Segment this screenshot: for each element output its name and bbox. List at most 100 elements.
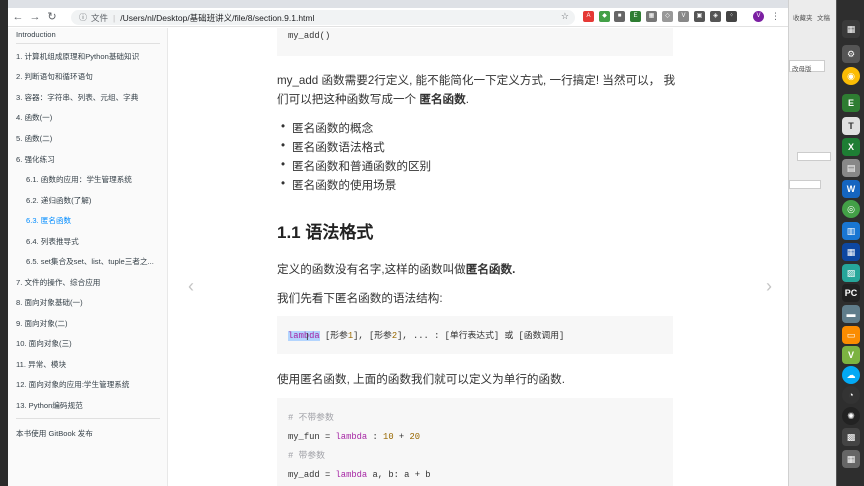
paragraph-intro-line-2: 们可以把这种函数写成一个 匿名函数. bbox=[277, 91, 469, 107]
sidebar-item-chapter-7[interactable]: 7. 文件的操作、综合应用 bbox=[16, 277, 100, 288]
background-panel: 改母版 bbox=[789, 60, 825, 73]
extension-box-icon[interactable]: ▣ bbox=[694, 11, 705, 22]
background-label: 改母版 bbox=[792, 66, 812, 73]
typora-icon[interactable]: T bbox=[842, 117, 860, 135]
sidebar-item-chapter-3[interactable]: 3. 容器：字符串、列表、元组、字典 bbox=[16, 92, 138, 103]
evernote-icon[interactable]: E bbox=[842, 94, 860, 112]
background-label: 收藏夹 bbox=[793, 15, 813, 22]
dock-app-icon[interactable]: ◎ bbox=[842, 200, 860, 218]
next-page-arrow-icon[interactable]: › bbox=[766, 276, 772, 297]
word-icon[interactable]: W bbox=[842, 180, 860, 198]
sidebar-item-chapter-9[interactable]: 9. 面向对象(二) bbox=[16, 318, 67, 329]
bold-text: 匿名函数. bbox=[465, 263, 516, 276]
code-keyword: lambda bbox=[335, 432, 368, 442]
browser-window: ← → ↻ ⓘ 文件 | /Users/nl/Desktop/基础班讲义/fil… bbox=[8, 0, 788, 486]
background-field bbox=[797, 152, 831, 161]
pycharm-icon[interactable]: PC bbox=[842, 284, 860, 302]
code-text: : bbox=[367, 432, 384, 442]
sidebar-item-6-2[interactable]: 6.2. 递归函数(了解) bbox=[26, 195, 91, 206]
bookmark-star-icon[interactable]: ☆ bbox=[561, 11, 569, 22]
code-number: 20 bbox=[409, 432, 421, 442]
dock-app-icon[interactable]: V bbox=[842, 346, 860, 364]
page-content: ‹ › my_add() my_add 函数需要2行定义, 能不能简化一下定义方… bbox=[168, 28, 788, 486]
background-app-window: 收藏夹 文稿 改母版 bbox=[788, 0, 836, 486]
sidebar-item-6-4[interactable]: 6.4. 列表推导式 bbox=[26, 236, 79, 247]
menu-kebab-icon[interactable]: ⋮ bbox=[770, 11, 781, 22]
extension-grid-icon[interactable]: ▦ bbox=[646, 11, 657, 22]
extension-tag-icon[interactable]: ◇ bbox=[662, 11, 673, 22]
address-separator: | bbox=[113, 12, 116, 23]
sidebar-item-chapter-1[interactable]: 1. 计算机组成原理和Python基础知识 bbox=[16, 51, 139, 62]
sidebar-item-6-3-active[interactable]: 6.3. 匿名函数 bbox=[26, 215, 71, 226]
dock-app-icon[interactable]: ▬ bbox=[842, 305, 860, 323]
dock: ▦ ⚙ ◉ E T X ▤ W ◎ ▥ ▦ ▨ PC ▬ ▭ V ☁ ◔ ✺ ▩… bbox=[836, 0, 864, 486]
sidebar-item-chapter-4[interactable]: 4. 函数(一) bbox=[16, 112, 52, 123]
background-label: 文稿 bbox=[817, 15, 830, 22]
address-info-label: 文件 bbox=[91, 12, 109, 23]
sidebar-item-chapter-5[interactable]: 5. 函数(二) bbox=[16, 133, 52, 144]
address-url: /Users/nl/Desktop/基础班讲义/file/8/section.9… bbox=[120, 12, 315, 23]
sidebar-divider bbox=[16, 418, 160, 419]
sidebar-item-chapter-13[interactable]: 13. Python编码规范 bbox=[16, 400, 83, 411]
sidebar-item-6-1[interactable]: 6.1. 函数的应用：学生管理系统 bbox=[26, 174, 132, 185]
text-span: . bbox=[465, 93, 469, 106]
extension-evernote-icon[interactable]: E bbox=[630, 11, 641, 22]
list-item: 匿名函数语法格式 bbox=[281, 139, 385, 155]
code-block-top: my_add() bbox=[277, 28, 673, 56]
excel-icon[interactable]: X bbox=[842, 138, 860, 156]
sidebar-item-chapter-12[interactable]: 12. 面向对象的应用:学生管理系统 bbox=[16, 379, 130, 390]
chrome-icon[interactable]: ◉ bbox=[842, 67, 860, 85]
code-line: my_add = lambda a, b: a + b bbox=[288, 466, 662, 485]
sidebar-item-introduction[interactable]: Introduction bbox=[16, 30, 56, 39]
text-span: 们可以把这种函数写成一个 bbox=[277, 93, 420, 106]
list-item: 匿名函数的概念 bbox=[281, 120, 373, 136]
tab-bar[interactable] bbox=[8, 0, 788, 8]
dock-app-icon[interactable]: ⚙ bbox=[842, 45, 860, 63]
dock-app-icon[interactable]: ✺ bbox=[842, 407, 860, 425]
dock-app-icon[interactable]: ▩ bbox=[842, 428, 860, 446]
paragraph-definition: 定义的函数没有名字,这样的函数叫做匿名函数. bbox=[277, 261, 515, 277]
code-block-syntax[interactable]: lambda [形参1], [形参2], ... : [单行表达式] 或 [函数… bbox=[277, 316, 673, 354]
sidebar-item-chapter-6[interactable]: 6. 强化练习 bbox=[16, 154, 55, 165]
sidebar-item-6-5[interactable]: 6.5. set集合及set、list、tuple三者之... bbox=[26, 256, 154, 267]
sidebar-item-chapter-11[interactable]: 11. 异常、模块 bbox=[16, 359, 66, 370]
extension-cube-icon[interactable]: ◈ bbox=[710, 11, 721, 22]
info-icon[interactable]: ⓘ bbox=[79, 12, 87, 23]
extension-vue-icon[interactable]: V bbox=[678, 11, 689, 22]
extension-dots-icon[interactable]: ⁘ bbox=[726, 11, 737, 22]
sidebar-item-chapter-2[interactable]: 2. 判断语句和循环语句 bbox=[16, 71, 93, 82]
dock-app-icon[interactable]: ▤ bbox=[842, 159, 860, 177]
background-field bbox=[789, 180, 821, 189]
code-block-examples[interactable]: # 不带参数 my_fun = lambda : 10 + 20 # 带参数 m… bbox=[277, 398, 673, 486]
extension-shield-icon[interactable]: ◆ bbox=[599, 11, 610, 22]
code-comment: # 带参数 bbox=[288, 451, 325, 461]
gitbook-footer-link[interactable]: 本书使用 GitBook 发布 bbox=[16, 428, 93, 439]
code-line: my_fun = lambda : 10 + 20 bbox=[288, 428, 662, 447]
dock-app-icon[interactable]: ☁ bbox=[842, 366, 860, 384]
extension-camera-icon[interactable]: ■ bbox=[614, 11, 625, 22]
dock-app-icon[interactable]: ▦ bbox=[842, 450, 860, 468]
code-text: my_add = bbox=[288, 470, 336, 480]
forward-icon[interactable]: → bbox=[28, 10, 42, 24]
sidebar-item-chapter-8[interactable]: 8. 面向对象基础(一) bbox=[16, 297, 83, 308]
folder-icon[interactable]: ▭ bbox=[842, 326, 860, 344]
dock-app-icon[interactable]: ◔ bbox=[842, 386, 860, 404]
bold-text: 匿名函数 bbox=[419, 93, 466, 106]
profile-avatar[interactable]: V bbox=[753, 11, 764, 22]
prev-page-arrow-icon[interactable]: ‹ bbox=[188, 276, 194, 297]
sidebar-divider bbox=[16, 43, 160, 44]
back-icon[interactable]: ← bbox=[11, 10, 25, 24]
address-bar[interactable]: ⓘ 文件 | /Users/nl/Desktop/基础班讲义/file/8/se… bbox=[71, 10, 575, 25]
code-text: my_fun = bbox=[288, 432, 336, 442]
code-comment: # 不带参数 bbox=[288, 413, 334, 423]
list-item: 匿名函数和普通函数的区别 bbox=[281, 158, 431, 174]
sidebar-item-chapter-10[interactable]: 10. 面向对象(三) bbox=[16, 338, 72, 349]
dock-app-icon[interactable]: ▨ bbox=[842, 264, 860, 282]
dock-app-icon[interactable]: ▦ bbox=[842, 243, 860, 261]
paragraph-intro-line-1: my_add 函数需要2行定义, 能不能简化一下定义方式, 一行搞定! 当然可以… bbox=[277, 74, 676, 87]
dock-app-icon[interactable]: ▥ bbox=[842, 222, 860, 240]
reload-icon[interactable]: ↻ bbox=[45, 10, 59, 24]
extension-adblock-icon[interactable]: A bbox=[583, 11, 594, 22]
text-span: 定义的函数没有名字,这样的函数叫做 bbox=[277, 263, 466, 276]
dock-app-icon[interactable]: ▦ bbox=[842, 20, 860, 38]
